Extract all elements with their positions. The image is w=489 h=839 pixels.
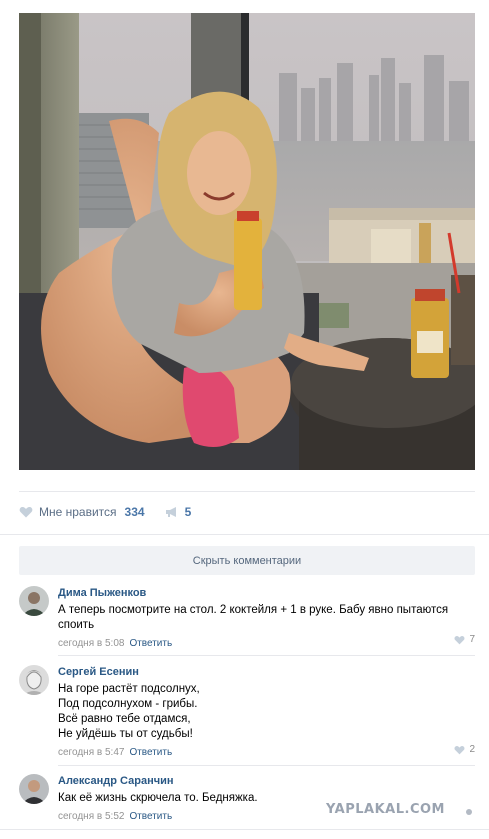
- avatar[interactable]: [19, 586, 49, 616]
- post-actions: Мне нравится 334 5: [19, 503, 191, 521]
- comment-author[interactable]: Дима Пыженков: [58, 586, 475, 600]
- likes-count[interactable]: 334: [125, 505, 145, 519]
- divider: [19, 491, 475, 492]
- comment: Дима Пыженков А теперь посмотрите на сто…: [19, 586, 475, 656]
- photo-illustration: [19, 13, 475, 470]
- megaphone-icon[interactable]: [165, 506, 179, 518]
- comment-separator: [58, 765, 475, 766]
- watermark: YAPLAKAL.COM: [326, 802, 445, 817]
- heart-icon: [454, 635, 465, 644]
- comment-time[interactable]: сегодня в 5:47: [58, 747, 124, 758]
- comment-author[interactable]: Сергей Есенин: [58, 665, 475, 679]
- comment-like-count: 7: [469, 634, 475, 645]
- watermark-dot: [466, 809, 472, 815]
- comment-like[interactable]: 2: [454, 744, 475, 755]
- comment-text: А теперь посмотрите на стол. 2 коктейля …: [58, 604, 449, 631]
- comment-time[interactable]: сегодня в 5:52: [58, 811, 124, 822]
- post-photo[interactable]: [19, 13, 475, 470]
- comment: Сергей Есенин На горе растёт подсолнух, …: [19, 665, 475, 766]
- comment-like[interactable]: 7: [454, 634, 475, 645]
- comment-meta: сегодня в 5:47 Ответить: [58, 746, 475, 760]
- divider: [0, 829, 489, 830]
- shares-count[interactable]: 5: [185, 505, 192, 519]
- comment-meta: сегодня в 5:08 Ответить: [58, 637, 475, 651]
- heart-icon[interactable]: [19, 506, 33, 518]
- comment-separator: [58, 655, 475, 656]
- reply-button[interactable]: Ответить: [129, 811, 172, 822]
- like-button-label[interactable]: Мне нравится: [39, 505, 117, 519]
- avatar[interactable]: [19, 665, 49, 695]
- avatar[interactable]: [19, 774, 49, 804]
- comment-author[interactable]: Александр Саранчин: [58, 774, 475, 788]
- comment-time[interactable]: сегодня в 5:08: [58, 638, 124, 649]
- comment-text: На горе растёт подсолнух, Под подсолнухо…: [58, 683, 200, 740]
- comment-like-count: 2: [469, 744, 475, 755]
- heart-icon: [454, 745, 465, 754]
- reply-button[interactable]: Ответить: [129, 638, 172, 649]
- hide-comments-button[interactable]: Скрыть комментарии: [19, 546, 475, 575]
- divider: [0, 534, 489, 535]
- reply-button[interactable]: Ответить: [129, 747, 172, 758]
